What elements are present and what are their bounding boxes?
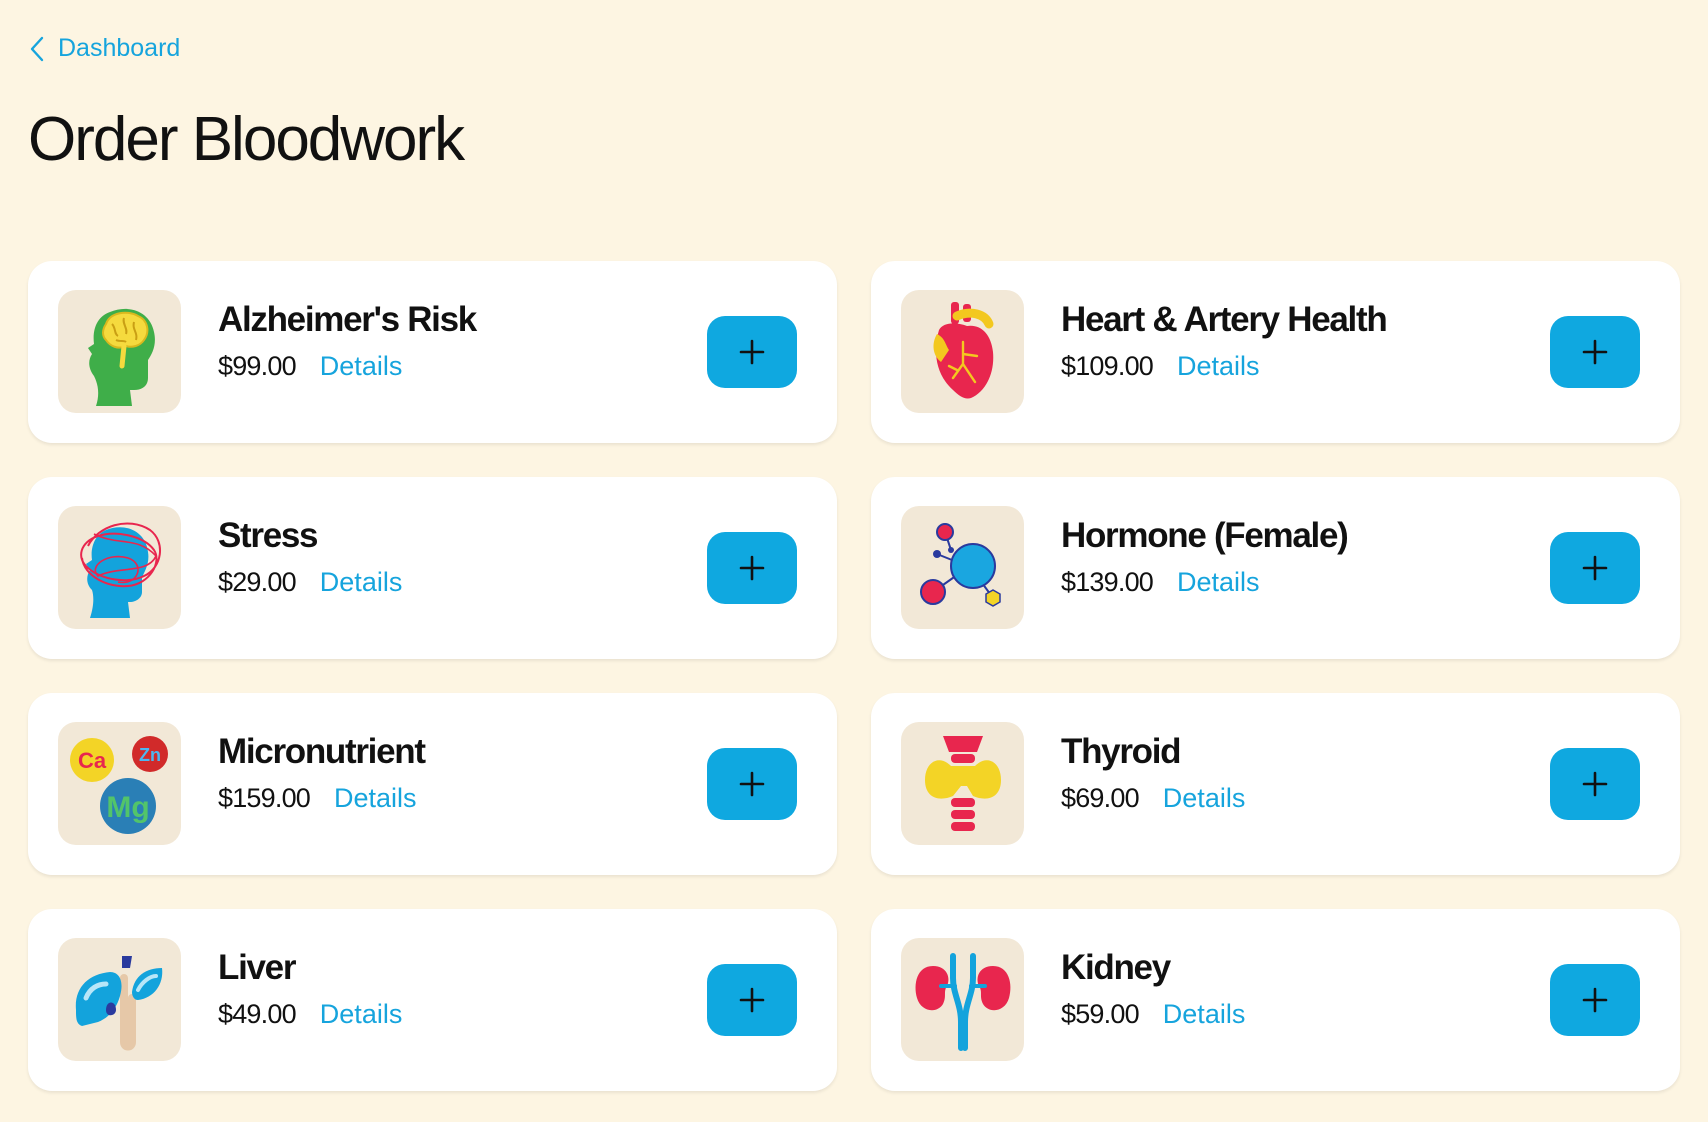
add-test-button[interactable]	[707, 316, 797, 388]
test-thumbnail: Ca Zn Mg	[58, 722, 181, 845]
add-test-button[interactable]	[1550, 748, 1640, 820]
test-info: Hormone (Female) $139.00 Details	[1061, 515, 1349, 598]
test-grid: Alzheimer's Risk $99.00 Details Heart & …	[28, 261, 1680, 1091]
page-title: Order Bloodwork	[28, 105, 465, 174]
test-price: $29.00	[218, 567, 297, 597]
test-name: Heart & Artery Health	[1061, 300, 1388, 339]
plus-icon	[1582, 339, 1608, 365]
test-name: Liver	[218, 948, 296, 987]
add-test-button[interactable]	[1550, 316, 1640, 388]
chevron-left-icon	[30, 36, 44, 61]
test-info: Stress $29.00 Details	[218, 515, 402, 598]
test-thumbnail	[58, 938, 181, 1061]
test-card-heart-artery-health: Heart & Artery Health $109.00 Details	[871, 261, 1680, 443]
test-thumbnail	[58, 506, 181, 629]
test-price: $99.00	[218, 351, 297, 381]
brain-head-icon	[88, 308, 155, 406]
zinc-label: Zn	[139, 745, 161, 765]
liver-icon	[75, 956, 163, 1051]
plus-icon	[739, 339, 765, 365]
test-info: Kidney $59.00 Details	[1061, 947, 1245, 1030]
test-card-stress: Stress $29.00 Details	[28, 477, 837, 659]
stressed-head-icon	[80, 522, 162, 618]
test-name: Alzheimer's Risk	[218, 300, 477, 339]
test-meta: $109.00 Details	[1061, 351, 1386, 382]
test-thumbnail	[901, 290, 1024, 413]
test-meta: $69.00 Details	[1061, 783, 1245, 814]
test-info: Liver $49.00 Details	[218, 947, 402, 1030]
test-info: Alzheimer's Risk $99.00 Details	[218, 299, 477, 382]
test-card-kidney: Kidney $59.00 Details	[871, 909, 1680, 1091]
plus-icon	[739, 987, 765, 1013]
thyroid-icon	[925, 736, 1001, 831]
test-info: Thyroid $69.00 Details	[1061, 731, 1245, 814]
details-link[interactable]: Details	[1177, 567, 1260, 598]
test-card-micronutrient: Ca Zn Mg Micronutrient $159.00 Details	[28, 693, 837, 875]
test-meta: $49.00 Details	[218, 999, 402, 1030]
test-info: Micronutrient $159.00 Details	[218, 731, 426, 814]
add-test-button[interactable]	[1550, 532, 1640, 604]
test-card-thyroid: Thyroid $69.00 Details	[871, 693, 1680, 875]
test-price: $109.00	[1061, 351, 1154, 381]
test-meta: $159.00 Details	[218, 783, 425, 814]
test-thumbnail	[901, 938, 1024, 1061]
back-link-label: Dashboard	[58, 34, 181, 62]
details-link[interactable]: Details	[320, 999, 403, 1030]
heart-icon	[933, 302, 994, 399]
details-link[interactable]: Details	[1163, 783, 1246, 814]
test-meta: $139.00 Details	[1061, 567, 1347, 598]
details-link[interactable]: Details	[334, 783, 417, 814]
test-name: Thyroid	[1061, 732, 1182, 771]
test-name: Stress	[218, 516, 319, 555]
test-price: $139.00	[1061, 567, 1154, 597]
plus-icon	[1582, 771, 1608, 797]
test-card-liver: Liver $49.00 Details	[28, 909, 837, 1091]
add-test-button[interactable]	[707, 748, 797, 820]
minerals-icon: Ca Zn Mg	[70, 736, 168, 834]
plus-icon	[739, 555, 765, 581]
test-price: $159.00	[218, 783, 311, 813]
magnesium-label: Mg	[106, 791, 149, 824]
add-test-button[interactable]	[1550, 964, 1640, 1036]
details-link[interactable]: Details	[320, 351, 403, 382]
details-link[interactable]: Details	[1163, 999, 1246, 1030]
test-card-hormone-female: Hormone (Female) $139.00 Details	[871, 477, 1680, 659]
back-to-dashboard-link[interactable]: Dashboard	[30, 34, 180, 63]
plus-icon	[739, 771, 765, 797]
test-thumbnail	[901, 722, 1024, 845]
plus-icon	[1582, 987, 1608, 1013]
test-card-alzheimers-risk: Alzheimer's Risk $99.00 Details	[28, 261, 837, 443]
test-price: $59.00	[1061, 999, 1140, 1029]
calcium-label: Ca	[78, 748, 107, 773]
test-price: $69.00	[1061, 783, 1140, 813]
plus-icon	[1582, 555, 1608, 581]
add-test-button[interactable]	[707, 532, 797, 604]
test-meta: $99.00 Details	[218, 351, 476, 382]
test-thumbnail	[901, 506, 1024, 629]
test-info: Heart & Artery Health $109.00 Details	[1061, 299, 1388, 382]
test-meta: $59.00 Details	[1061, 999, 1245, 1030]
test-thumbnail	[58, 290, 181, 413]
details-link[interactable]: Details	[320, 567, 403, 598]
test-meta: $29.00 Details	[218, 567, 402, 598]
test-name: Hormone (Female)	[1061, 516, 1349, 555]
kidney-icon	[915, 953, 1011, 1051]
test-name: Kidney	[1061, 948, 1171, 987]
add-test-button[interactable]	[707, 964, 797, 1036]
details-link[interactable]: Details	[1177, 351, 1260, 382]
test-name: Micronutrient	[218, 732, 426, 771]
test-price: $49.00	[218, 999, 297, 1029]
molecule-icon	[920, 523, 1001, 607]
